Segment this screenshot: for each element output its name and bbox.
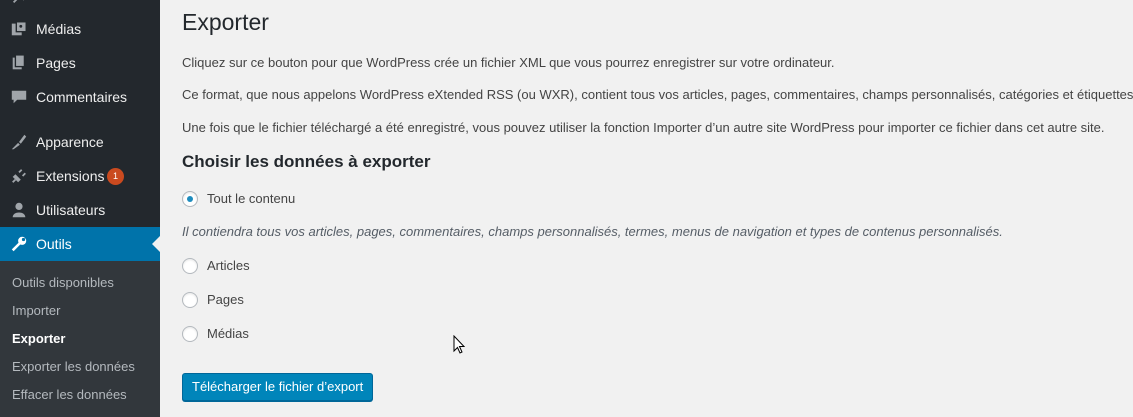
media-icon [10,20,28,38]
pin-icon [10,0,28,6]
plugins-icon [10,167,28,185]
sidebar-item-label: Outils [36,236,72,252]
sidebar-item-pages[interactable]: Pages [0,46,160,80]
sidebar-item-users[interactable]: Utilisateurs [0,193,160,227]
mouse-cursor-icon [453,334,467,355]
radio-media[interactable] [182,326,198,342]
option-label[interactable]: Tout le contenu [207,190,295,208]
radio-pages[interactable] [182,292,198,308]
radio-posts[interactable] [182,258,198,274]
submenu-item-export-personal-data[interactable]: Exporter les données [12,358,135,376]
submenu-item-export[interactable]: Exporter [12,330,65,348]
users-icon [10,201,28,219]
admin-sidebar: Médias Pages Commentaires Apparence Exte… [0,0,160,417]
page-title: Exporter [182,9,269,35]
all-content-description: Il contiendra tous vos articles, pages, … [182,224,1003,239]
option-label[interactable]: Médias [207,325,249,343]
sidebar-item-plugins[interactable]: Extensions 1 [0,159,160,193]
sidebar-item-label: Médias [36,21,82,37]
sidebar-item-comments[interactable]: Commentaires [0,80,160,114]
radio-all-content[interactable] [182,191,198,207]
submenu-item-erase-personal-data[interactable]: Effacer les données [12,386,127,404]
current-menu-arrow [152,236,160,252]
import-paragraph: Une fois que le fichier téléchargé a été… [182,120,1105,135]
option-label[interactable]: Pages [207,291,244,309]
option-posts[interactable]: Articles [182,257,250,275]
submenu-item-available-tools[interactable]: Outils disponibles [12,274,114,292]
sidebar-item-appearance[interactable]: Apparence [0,125,160,159]
option-label[interactable]: Articles [207,257,250,275]
option-media[interactable]: Médias [182,325,249,343]
sidebar-item-label: Extensions [36,168,105,184]
option-all-content[interactable]: Tout le contenu [182,190,295,208]
download-export-file-button[interactable]: Télécharger le fichier d’export [182,373,374,401]
sidebar-item-tools[interactable]: Outils [0,227,160,261]
sidebar-item-label: Pages [36,55,76,71]
sidebar-item-label: Apparence [36,134,104,150]
sidebar-item-label: Commentaires [36,89,128,105]
sidebar-item-media[interactable]: Médias [0,12,160,46]
appearance-icon [10,133,28,151]
pages-icon [10,54,28,72]
intro-paragraph: Cliquez sur ce bouton pour que WordPress… [182,55,835,70]
update-count-badge: 1 [107,168,124,185]
format-paragraph: Ce format, que nous appelons WordPress e… [182,87,1133,102]
sidebar-item-label: Utilisateurs [36,202,106,218]
submenu-item-import[interactable]: Importer [12,302,60,320]
tools-submenu: Outils disponibles Importer Exporter Exp… [0,261,160,417]
comments-icon [10,88,28,106]
option-pages[interactable]: Pages [182,291,244,309]
section-title: Choisir les données à exporter [182,152,431,171]
wrench-icon [10,235,28,253]
